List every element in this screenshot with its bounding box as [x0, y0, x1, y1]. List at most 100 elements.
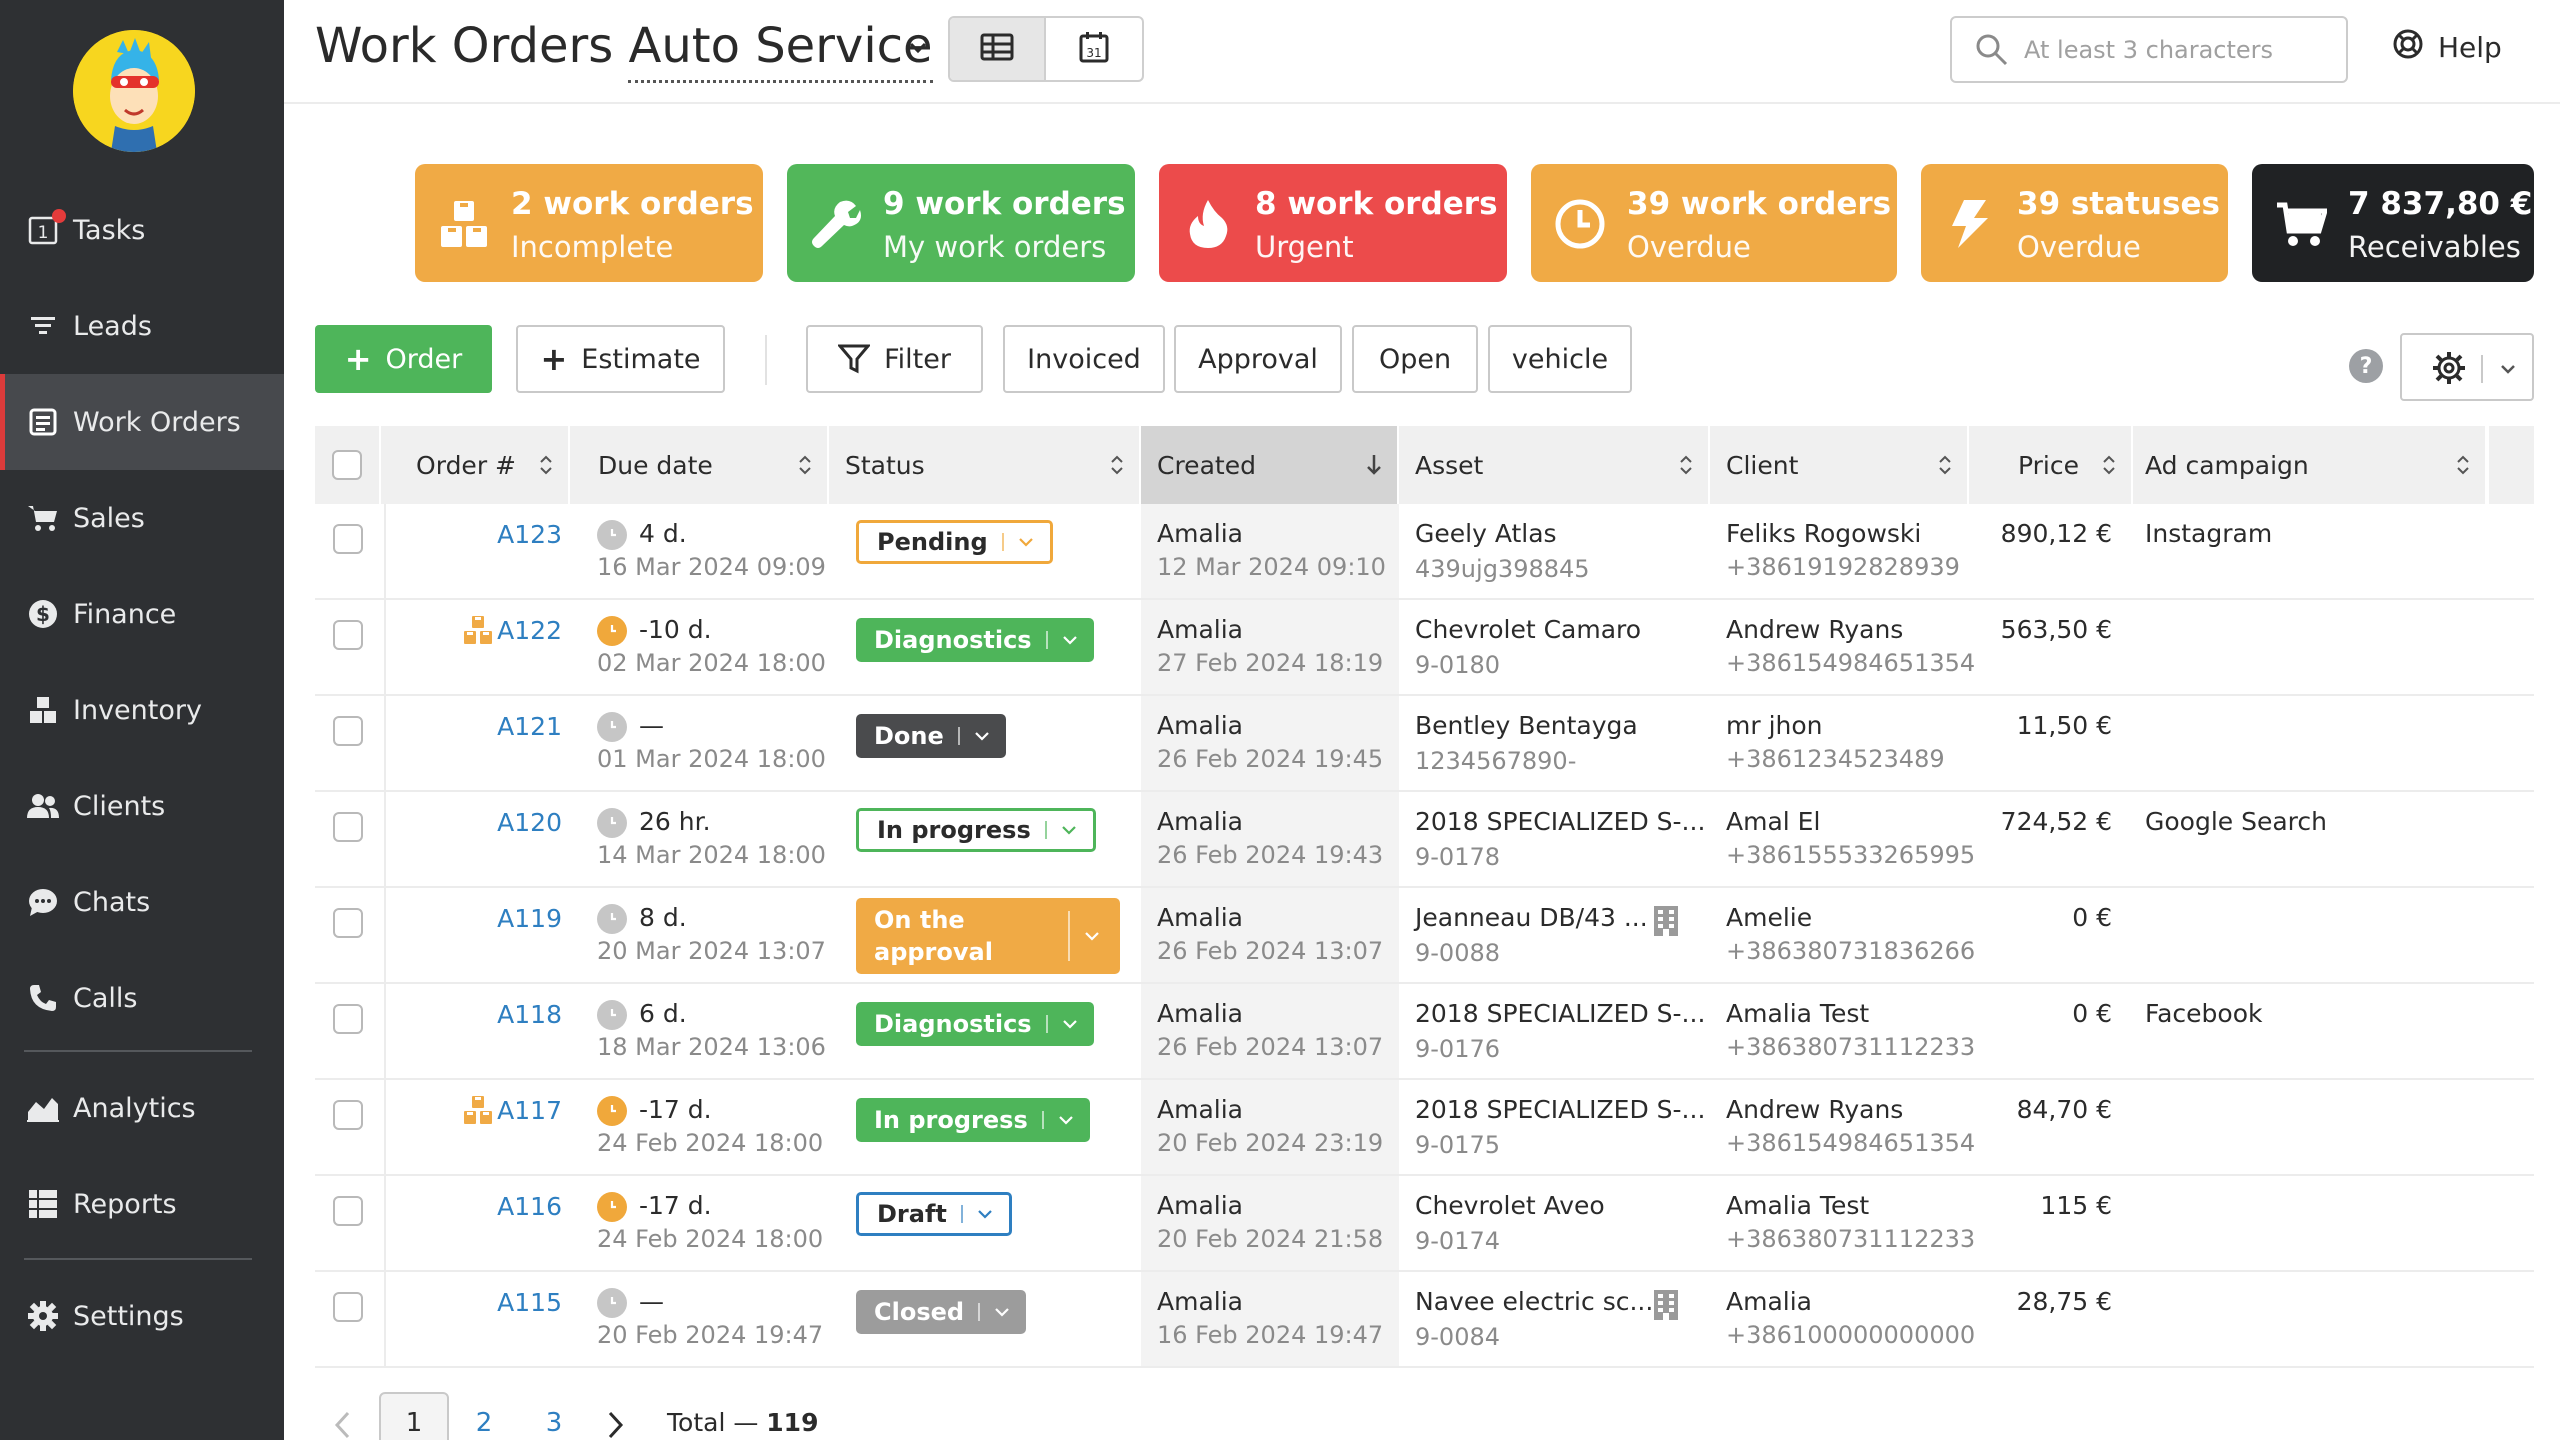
chevron-down-icon[interactable] — [904, 34, 932, 62]
column-header-order[interactable]: Order # — [381, 426, 570, 504]
asset-name[interactable]: 2018 SPECIALIZED S-... — [1415, 999, 1705, 1028]
page-button[interactable]: 1 — [379, 1392, 449, 1440]
status-dropdown[interactable]: Done — [856, 714, 1006, 758]
status-dropdown[interactable]: In progress — [856, 1098, 1090, 1142]
page-button[interactable]: 3 — [519, 1392, 589, 1440]
table-row[interactable]: A116 -17 d. 24 Feb 2024 18:00 Draft Amalia 20… — [315, 1176, 2534, 1272]
table-row[interactable]: A115 — 20 Feb 2024 19:47 Closed Amalia 16 Feb… — [315, 1272, 2534, 1368]
chevron-right-icon[interactable] — [605, 1410, 625, 1440]
client-name[interactable]: Andrew Ryans — [1726, 1095, 1903, 1124]
asset-name[interactable]: Geely Atlas — [1415, 519, 1557, 548]
column-header-ad-campaign[interactable]: Ad campaign — [2133, 426, 2487, 504]
status-dropdown[interactable]: Pending — [856, 520, 1053, 564]
column-header-created[interactable]: Created — [1141, 426, 1399, 504]
chevron-left-icon[interactable] — [333, 1410, 353, 1440]
sidebar-item-tasks[interactable]: 1 Tasks — [0, 182, 284, 278]
table-row[interactable]: A122 -10 d. 02 Mar 2024 18:00 Diagnostics Am… — [315, 600, 2534, 696]
sidebar-item-leads[interactable]: Leads — [0, 278, 284, 374]
kpi-receivables[interactable]: 7 837,80 € Receivables — [2252, 164, 2534, 282]
asset-name[interactable]: Jeanneau DB/43 ... — [1415, 903, 1648, 932]
status-dropdown[interactable]: Diagnostics — [856, 1002, 1094, 1046]
order-number-link[interactable]: A122 — [497, 616, 562, 645]
sidebar-item-finance[interactable]: $ Finance — [0, 566, 284, 662]
status-dropdown[interactable]: Closed — [856, 1290, 1027, 1334]
status-dropdown[interactable]: In progress — [856, 808, 1096, 852]
order-number-link[interactable]: A119 — [497, 904, 562, 933]
row-checkbox[interactable] — [333, 1196, 363, 1226]
asset-name[interactable]: Navee electric sc... — [1415, 1287, 1653, 1316]
status-dropdown[interactable]: On the approval — [856, 898, 1120, 974]
client-name[interactable]: Amelie — [1726, 903, 1812, 932]
table-row[interactable]: A121 — 01 Mar 2024 18:00 Done Amalia 26 Feb 2… — [315, 696, 2534, 792]
avatar[interactable] — [73, 30, 195, 152]
row-checkbox[interactable] — [333, 812, 363, 842]
row-checkbox[interactable] — [333, 1292, 363, 1322]
order-number-link[interactable]: A117 — [497, 1096, 562, 1125]
asset-name[interactable]: Bentley Bentayga — [1415, 711, 1638, 740]
sidebar-item-inventory[interactable]: Inventory — [0, 662, 284, 758]
row-checkbox[interactable] — [333, 716, 363, 746]
status-dropdown[interactable]: Draft — [856, 1192, 1012, 1236]
quick-filter-vehicle[interactable]: vehicle — [1488, 325, 1632, 393]
table-settings-button[interactable] — [2400, 333, 2534, 401]
table-row[interactable]: A119 8 d. 20 Mar 2024 13:07 On the approval A… — [315, 888, 2534, 984]
select-all-checkbox[interactable] — [332, 450, 362, 480]
help-link[interactable]: Help — [2392, 28, 2502, 67]
order-number-link[interactable]: A118 — [497, 1000, 562, 1029]
sidebar-item-calls[interactable]: Calls — [0, 950, 284, 1046]
client-name[interactable]: Amalia Test — [1726, 1191, 1869, 1220]
row-checkbox[interactable] — [333, 620, 363, 650]
page-button[interactable]: 2 — [449, 1392, 519, 1440]
column-header-status[interactable]: Status — [829, 426, 1141, 504]
column-header-price[interactable]: Price — [1969, 426, 2133, 504]
kpi-overdue-orders[interactable]: 39 work orders Overdue — [1531, 164, 1897, 282]
row-checkbox[interactable] — [333, 524, 363, 554]
column-header-asset[interactable]: Asset — [1399, 426, 1710, 504]
asset-name[interactable]: Chevrolet Aveo — [1415, 1191, 1605, 1220]
kpi-overdue-statuses[interactable]: 39 statuses Overdue — [1921, 164, 2228, 282]
filter-button[interactable]: Filter — [806, 325, 983, 393]
sidebar-item-clients[interactable]: Clients — [0, 758, 284, 854]
client-name[interactable]: Feliks Rogowski — [1726, 519, 1921, 548]
kpi-incomplete[interactable]: 2 work orders Incomplete — [415, 164, 763, 282]
client-name[interactable]: mr jhon — [1726, 711, 1823, 740]
table-row[interactable]: A123 4 d. 16 Mar 2024 09:09 Pending Amalia 12… — [315, 504, 2534, 600]
row-checkbox[interactable] — [333, 1100, 363, 1130]
table-row[interactable]: A117 -17 d. 24 Feb 2024 18:00 In progress Am… — [315, 1080, 2534, 1176]
calendar-view-button[interactable]: 31 — [1046, 18, 1142, 80]
column-header-client[interactable]: Client — [1710, 426, 1969, 504]
help-question-icon[interactable]: ? — [2349, 349, 2383, 383]
order-number-link[interactable]: A116 — [497, 1192, 562, 1221]
table-view-button[interactable] — [950, 18, 1047, 80]
sidebar-item-settings[interactable]: Settings — [0, 1268, 284, 1364]
order-number-link[interactable]: A120 — [497, 808, 562, 837]
quick-filter-approval[interactable]: Approval — [1174, 325, 1342, 393]
asset-name[interactable]: 2018 SPECIALIZED S-... — [1415, 807, 1705, 836]
row-checkbox[interactable] — [333, 908, 363, 938]
client-name[interactable]: Andrew Ryans — [1726, 615, 1903, 644]
add-estimate-button[interactable]: + Estimate — [516, 325, 725, 393]
sidebar-item-chats[interactable]: Chats — [0, 854, 284, 950]
asset-name[interactable]: Chevrolet Camaro — [1415, 615, 1641, 644]
table-row[interactable]: A118 6 d. 18 Mar 2024 13:06 Diagnostics Amal… — [315, 984, 2534, 1080]
table-row[interactable]: A120 26 hr. 14 Mar 2024 18:00 In progress Am… — [315, 792, 2534, 888]
order-number-link[interactable]: A123 — [497, 520, 562, 549]
kpi-urgent[interactable]: 8 work orders Urgent — [1159, 164, 1507, 282]
sidebar-item-work-orders[interactable]: Work Orders — [0, 374, 284, 470]
quick-filter-invoiced[interactable]: Invoiced — [1003, 325, 1165, 393]
search-input[interactable] — [2024, 32, 2334, 68]
sidebar-item-reports[interactable]: Reports — [0, 1156, 284, 1252]
order-number-link[interactable]: A121 — [497, 712, 562, 741]
quick-filter-open[interactable]: Open — [1352, 325, 1478, 393]
client-name[interactable]: Amalia — [1726, 1287, 1812, 1316]
order-number-link[interactable]: A115 — [497, 1288, 562, 1317]
kpi-my-work-orders[interactable]: 9 work orders My work orders — [787, 164, 1135, 282]
sidebar-item-sales[interactable]: Sales — [0, 470, 284, 566]
asset-name[interactable]: 2018 SPECIALIZED S-... — [1415, 1095, 1705, 1124]
row-checkbox[interactable] — [333, 1004, 363, 1034]
sidebar-item-analytics[interactable]: Analytics — [0, 1060, 284, 1156]
add-order-button[interactable]: + Order — [315, 325, 492, 393]
client-name[interactable]: Amal El — [1726, 807, 1820, 836]
status-dropdown[interactable]: Diagnostics — [856, 618, 1094, 662]
workspace-dropdown[interactable]: Auto Service — [628, 18, 933, 83]
